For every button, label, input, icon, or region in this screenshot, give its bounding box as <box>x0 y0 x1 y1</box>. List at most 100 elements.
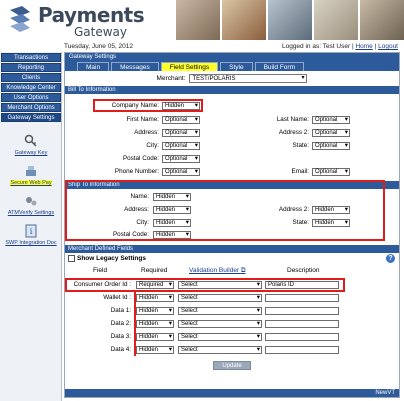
ship-name-select[interactable]: Hidden <box>153 193 191 201</box>
phone-number-label: Phone Number: <box>114 168 159 175</box>
description-data-2-input[interactable] <box>265 320 339 328</box>
col-description-header: Description <box>287 267 320 274</box>
nav-gateway-settings[interactable]: Gateway Settings <box>1 113 61 122</box>
validation-data-3-select[interactable]: Select <box>178 333 262 341</box>
cash-register-icon <box>26 166 36 176</box>
required-data-3-value: Hidden <box>139 334 159 340</box>
field-data-2-label: Data 2: <box>110 320 131 327</box>
required-wallet-id-value: Hidden <box>139 295 159 301</box>
ship-address-select[interactable]: Hidden <box>153 206 191 214</box>
merchant-select[interactable]: TEST/POLARIS ▾ <box>189 73 308 83</box>
field-data-4-label: Data 4: <box>110 346 131 353</box>
nav-reporting[interactable]: Reporting <box>1 63 61 72</box>
email-select[interactable]: Optional <box>312 168 350 176</box>
required-consumer-order-select[interactable]: Required <box>136 281 174 289</box>
col-field-header: Field <box>93 267 108 274</box>
tab-main[interactable]: Main <box>77 62 110 71</box>
first-name-value: Optional <box>165 117 188 123</box>
required-data-2-select[interactable]: Hidden <box>136 320 174 328</box>
first-name-select[interactable]: Optional <box>162 116 200 124</box>
description-data-3-input[interactable] <box>265 333 339 341</box>
field-data-1-label: Data 1: <box>110 307 131 314</box>
merchant-select-value: TEST/POLARIS <box>192 75 236 82</box>
nav-merchant-options[interactable]: Merchant Options <box>1 103 61 112</box>
merchant-label: Merchant: <box>156 74 186 82</box>
required-data-1-select[interactable]: Hidden <box>136 307 174 315</box>
validation-consumer-order-select[interactable]: Select <box>178 281 262 289</box>
annotation-box-company <box>93 99 203 112</box>
description-data-1-input[interactable] <box>265 307 339 315</box>
merchant-selector-row: Merchant: TEST/POLARIS ▾ <box>65 71 399 85</box>
help-icon[interactable]: ? <box>386 254 395 263</box>
ship-address-2-select[interactable]: Hidden <box>312 206 350 214</box>
tab-style[interactable]: Style <box>220 62 253 71</box>
settings-tabs: Main Messages Field Settings Style Build… <box>65 61 399 71</box>
nav-clients[interactable]: Clients <box>1 73 61 82</box>
required-wallet-id-select[interactable]: Hidden <box>136 294 174 302</box>
logout-link[interactable]: Logout <box>378 43 398 50</box>
phone-number-value: Optional <box>165 169 188 175</box>
atmverify-settings-label: ATMVerify Settings <box>7 210 55 216</box>
panel-title: Gateway Settings <box>65 53 399 61</box>
validation-data-2-value: Select <box>181 321 198 327</box>
chevron-down-icon: ▾ <box>301 74 305 81</box>
gears-icon <box>26 197 37 206</box>
first-name-label: First Name: <box>126 116 159 123</box>
validation-data-1-select[interactable]: Select <box>178 307 262 315</box>
address-2-select[interactable]: Optional <box>312 129 350 137</box>
home-link[interactable]: Home <box>355 43 372 50</box>
gateway-key-link[interactable]: Gateway Key <box>1 134 61 156</box>
city-select[interactable]: Optional <box>162 142 200 150</box>
gateway-settings-panel: Gateway Settings Main Messages Field Set… <box>64 52 400 398</box>
tab-field-settings[interactable]: Field Settings <box>160 62 219 71</box>
atmverify-settings-link[interactable]: ATMVerify Settings <box>1 194 61 216</box>
brand-title: Payments <box>38 3 145 27</box>
field-wallet-id-label: Wallet Id : <box>103 294 131 301</box>
ship-state-select[interactable]: Hidden <box>312 219 350 227</box>
payments-logo-icon <box>10 6 30 32</box>
postal-code-select[interactable]: Optional <box>162 155 200 163</box>
logged-in-text: Logged in as: Test User <box>281 43 351 50</box>
validation-data-4-select[interactable]: Select <box>178 346 262 354</box>
header-photo <box>314 0 358 40</box>
ship-postal-code-select[interactable]: Hidden <box>153 231 191 239</box>
ship-city-select[interactable]: Hidden <box>153 219 191 227</box>
validation-wallet-id-select[interactable]: Select <box>178 294 262 302</box>
ship-city-value: Hidden <box>156 220 176 226</box>
email-value: Optional <box>315 169 338 175</box>
nav-user-options[interactable]: User Options <box>1 93 61 102</box>
ship-address-value: Hidden <box>156 207 176 213</box>
ship-name-label: Name: <box>130 193 149 200</box>
state-select[interactable]: Optional <box>312 142 350 150</box>
description-wallet-id-input[interactable] <box>265 294 339 302</box>
ship-address-2-label: Address 2: <box>278 206 309 213</box>
state-value: Optional <box>315 143 338 149</box>
description-data-4-input[interactable] <box>265 346 339 354</box>
nav-knowledge-center[interactable]: Knowledge Center <box>1 83 61 92</box>
required-data-4-select[interactable]: Hidden <box>136 346 174 354</box>
validation-wallet-id-value: Select <box>181 295 198 301</box>
update-button[interactable]: Update <box>213 361 251 370</box>
gateway-key-label: Gateway Key <box>14 150 48 156</box>
app-header: Payments Gateway Tuesday, June 05, 2012 … <box>0 0 404 52</box>
tab-build-form[interactable]: Build Form <box>254 62 304 71</box>
external-link-icon: ⧉ <box>240 267 246 274</box>
validation-data-2-select[interactable]: Select <box>178 320 262 328</box>
validation-builder-link[interactable]: Validation Builder ⧉ <box>189 267 246 275</box>
swp-integration-doc-link[interactable]: i SWP Integration Doc <box>1 224 61 246</box>
postal-code-value: Optional <box>165 156 188 162</box>
tab-messages[interactable]: Messages <box>111 62 159 71</box>
secure-web-pay-link[interactable]: Secure Web Pay <box>1 164 61 186</box>
phone-number-select[interactable]: Optional <box>162 168 200 176</box>
last-name-select[interactable]: Optional <box>312 116 350 124</box>
description-consumer-order-input[interactable]: Polaris ID <box>265 281 339 289</box>
show-legacy-checkbox[interactable] <box>68 255 75 262</box>
footer-bar: NewVT <box>65 389 399 397</box>
address-select[interactable]: Optional <box>162 129 200 137</box>
required-data-3-select[interactable]: Hidden <box>136 333 174 341</box>
header-photo <box>222 0 266 40</box>
show-legacy-label: Show Legacy Settings <box>77 255 146 262</box>
nav-transactions[interactable]: Transactions <box>1 53 61 62</box>
info-document-icon: i <box>25 224 37 238</box>
swp-integration-doc-label: SWP Integration Doc <box>5 240 57 246</box>
